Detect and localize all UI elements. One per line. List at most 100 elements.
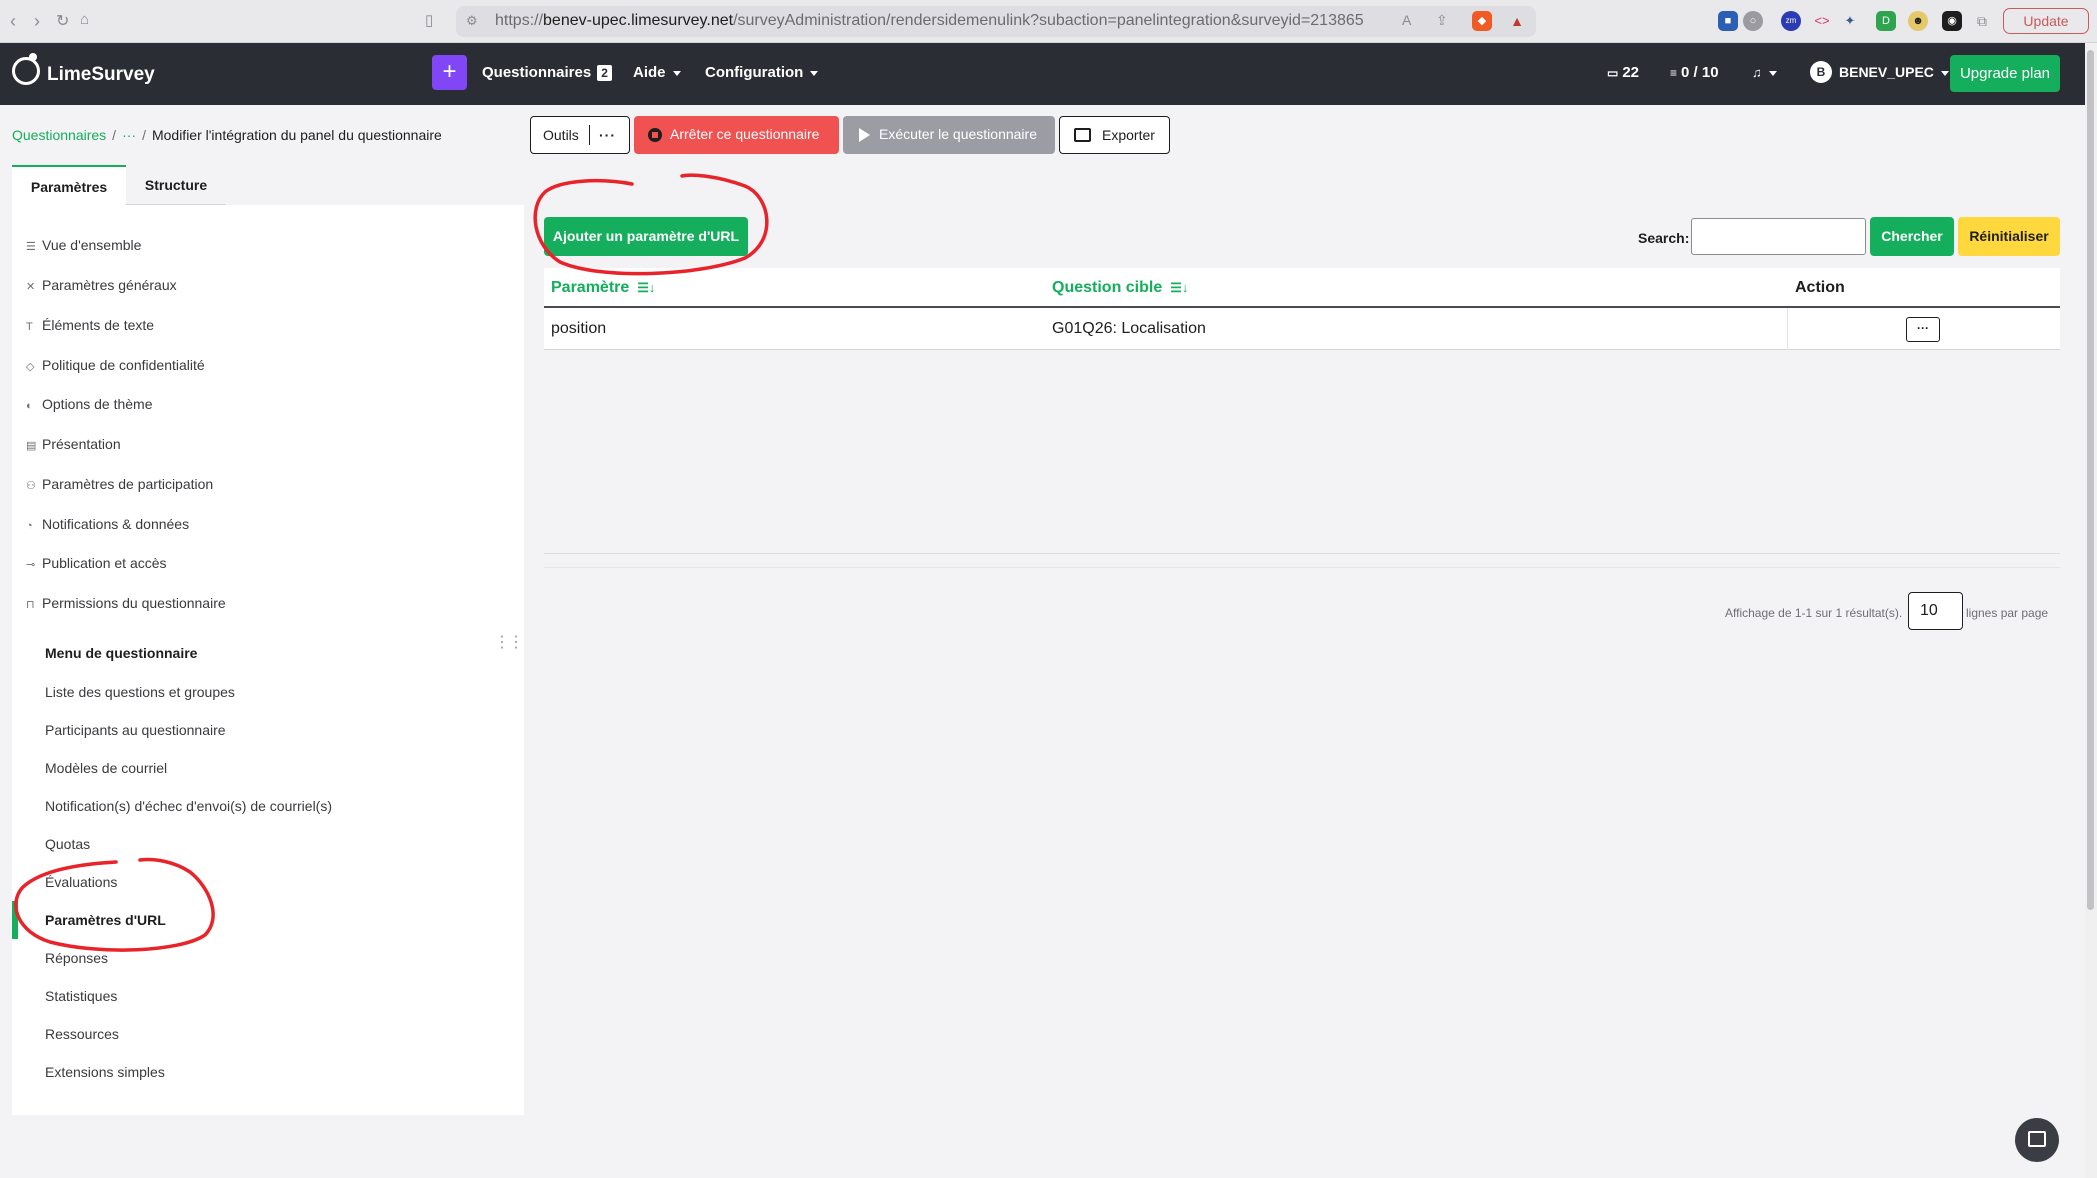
aide-menu[interactable]: Aide: [633, 64, 681, 81]
table-footer-divider: [544, 553, 2060, 554]
sidebar-item-parametres-participation[interactable]: ⚇ Paramètres de participation: [26, 476, 213, 492]
bell-icon: ♫: [1752, 65, 1762, 80]
breadcrumb-ellipsis[interactable]: ···: [122, 127, 136, 143]
export-button[interactable]: Exporter: [1059, 116, 1170, 154]
sidebar-item-presentation[interactable]: ▤ Présentation: [26, 436, 121, 452]
list-icon: ☰: [26, 241, 36, 253]
cell-question-cible: G01Q26: Localisation: [1052, 320, 1206, 337]
brave-rewards-icon[interactable]: ▲: [1507, 11, 1527, 31]
sidebar-item-options-theme[interactable]: ◐ Options de thème: [26, 396, 153, 412]
breadcrumb: Questionnaires / ··· / Modifier l'intégratio…: [12, 127, 442, 143]
sidebar-item-notifications-donnees[interactable]: ◔ Notifications & données: [26, 516, 189, 532]
menu-item-ressources[interactable]: Ressources: [45, 1026, 119, 1042]
sidebar-item-publication-acces[interactable]: ⊸ Publication et accès: [26, 555, 167, 571]
feedback-chat-button[interactable]: [2015, 1118, 2059, 1162]
share-icon[interactable]: ⇪: [1436, 12, 1448, 29]
extensions-icon[interactable]: ⧉: [1972, 11, 1992, 31]
site-info-icon[interactable]: ⚙: [466, 13, 478, 29]
page-scrollbar-thumb[interactable]: [2087, 50, 2094, 910]
participants-icon: ⚇: [26, 480, 36, 492]
url-parameters-table: Paramètre ☰↓ Question cible ☰↓ Action posi…: [544, 268, 2060, 350]
user-menu[interactable]: BENEV_UPEC: [1839, 64, 1949, 80]
column-header-parametre[interactable]: Paramètre ☰↓: [551, 279, 655, 297]
questionnaires-menu[interactable]: Questionnaires 2: [482, 64, 612, 81]
questionnaires-count-badge: 2: [597, 65, 612, 81]
sidebar-item-parametres-generaux[interactable]: ✕ Paramètres généraux: [26, 277, 177, 293]
more-options-icon[interactable]: ···: [599, 117, 616, 153]
chercher-button[interactable]: Chercher: [1870, 217, 1954, 256]
column-header-action: Action: [1795, 279, 1845, 296]
key-icon: ⊸: [26, 559, 36, 571]
user-label: BENEV_UPEC: [1839, 64, 1934, 80]
bitwarden-icon[interactable]: ■: [1718, 11, 1738, 31]
frog-icon[interactable]: ☻: [1908, 11, 1928, 31]
chevron-down-icon: [1940, 70, 1949, 76]
tab-parametres[interactable]: Paramètres: [12, 165, 126, 205]
sidebar-item-permissions[interactable]: ⊓ Permissions du questionnaire: [26, 595, 226, 611]
zoom-icon[interactable]: zm: [1781, 11, 1801, 31]
tab-structure[interactable]: Structure: [126, 165, 226, 205]
stop-survey-button[interactable]: Arrêter ce questionnaire: [634, 116, 839, 154]
chat-icon: ▭: [1607, 66, 1619, 80]
add-url-parameter-button[interactable]: Ajouter un paramètre d'URL: [544, 217, 748, 256]
storage-stat[interactable]: ≡ 0 / 10: [1670, 64, 1719, 81]
upgrade-plan-button[interactable]: Upgrade plan: [1950, 55, 2060, 92]
menu-item-liste-questions[interactable]: Liste des questions et groupes: [45, 684, 235, 700]
cell-parametre: position: [551, 320, 607, 337]
sidebar-item-elements-texte[interactable]: T Éléments de texte: [26, 317, 154, 333]
menu-item-evaluations[interactable]: Évaluations: [45, 874, 117, 890]
menu-item-modeles-courriel[interactable]: Modèles de courriel: [45, 760, 167, 776]
menu-item-parametres-url[interactable]: Paramètres d'URL: [45, 912, 166, 928]
sidebar-item-politique-confidentialite[interactable]: ◇ Politique de confidentialité: [26, 357, 205, 373]
app-navbar: LimeSurvey + Questionnaires 2 Aide Config…: [0, 43, 2085, 105]
messages-count: 22: [1622, 64, 1640, 81]
column-header-question-cible[interactable]: Question cible ☰↓: [1052, 279, 1188, 297]
run-survey-button[interactable]: Exécuter le questionnaire: [843, 116, 1055, 154]
forward-icon[interactable]: ›: [34, 11, 40, 32]
sort-icon: ☰↓: [637, 280, 656, 295]
avatar[interactable]: B: [1810, 61, 1832, 83]
messages-stat[interactable]: ▭ 22: [1607, 64, 1639, 81]
brave-shield-icon[interactable]: ◆: [1472, 11, 1492, 31]
limesurvey-logo-icon[interactable]: [12, 53, 40, 85]
devtools-icon[interactable]: <>: [1812, 11, 1832, 31]
create-button[interactable]: +: [432, 55, 467, 90]
drag-handle-icon[interactable]: ⋮⋮: [494, 632, 524, 652]
update-button[interactable]: Update: [2003, 8, 2089, 34]
configuration-label: Configuration: [705, 64, 804, 81]
bell-icon: ◔: [26, 520, 33, 532]
row-actions-button[interactable]: ···: [1906, 317, 1940, 342]
menu-item-notifications-echec[interactable]: Notification(s) d'échec d'envoi(s) de co…: [45, 798, 332, 814]
stop-survey-label: Arrêter ce questionnaire: [670, 126, 820, 142]
browser-toolbar: ‹ › ↻ ⌂ ▯ ⚙ https://benev-upec.limesurve…: [0, 0, 2097, 43]
breadcrumb-current: Modifier l'intégration du panel du quest…: [151, 127, 442, 143]
search-input[interactable]: [1691, 218, 1866, 255]
menu-item-reponses[interactable]: Réponses: [45, 950, 108, 966]
puzzle-icon[interactable]: ✦: [1840, 11, 1860, 31]
back-icon[interactable]: ‹: [10, 11, 16, 32]
menu-item-quotas[interactable]: Quotas: [45, 836, 90, 852]
breadcrumb-root[interactable]: Questionnaires: [12, 127, 106, 143]
extension-green-icon[interactable]: D: [1876, 11, 1896, 31]
chat-icon: [2028, 1131, 2046, 1147]
menu-item-extensions-simples[interactable]: Extensions simples: [45, 1064, 165, 1080]
search-label: Search:: [1638, 230, 1690, 246]
questionnaires-label: Questionnaires: [482, 64, 592, 81]
brand-name[interactable]: LimeSurvey: [47, 64, 155, 86]
extension-dark-icon[interactable]: ◉: [1942, 11, 1962, 31]
extension-circle-icon[interactable]: ○: [1743, 11, 1763, 31]
page-size-input[interactable]: 10: [1908, 592, 1963, 630]
bookmark-icon[interactable]: ▯: [425, 11, 433, 29]
reinitialiser-button[interactable]: Réinitialiser: [1958, 217, 2060, 256]
menu-item-statistiques[interactable]: Statistiques: [45, 988, 117, 1004]
home-icon[interactable]: ⌂: [80, 11, 89, 28]
translate-icon[interactable]: A: [1402, 12, 1411, 28]
sidebar-item-vue-ensemble[interactable]: ☰ Vue d'ensemble: [26, 237, 141, 253]
notifications-menu[interactable]: ♫: [1752, 64, 1777, 81]
menu-item-participants[interactable]: Participants au questionnaire: [45, 722, 226, 738]
outils-button[interactable]: Outils ···: [530, 116, 630, 154]
configuration-menu[interactable]: Configuration: [705, 64, 819, 81]
database-icon: ≡: [1670, 66, 1678, 80]
export-label: Exporter: [1102, 127, 1155, 143]
reload-icon[interactable]: ↻: [56, 11, 69, 31]
